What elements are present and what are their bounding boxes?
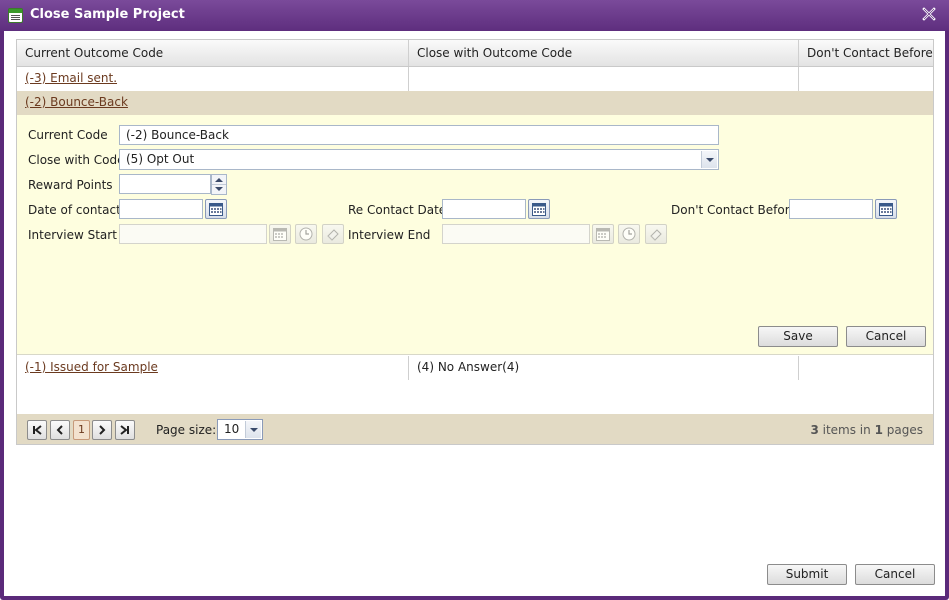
interview-end-input[interactable]: [442, 224, 590, 244]
save-button[interactable]: Save: [758, 326, 838, 347]
clear-icon[interactable]: [322, 224, 344, 244]
close-with-code-value: (5) Opt Out: [126, 152, 195, 166]
reward-points-label: Reward Points: [28, 178, 113, 192]
dialog-body: Current Outcome Code Close with Outcome …: [4, 31, 945, 596]
grid-header: Current Outcome Code Close with Outcome …: [17, 40, 933, 67]
reward-points-input[interactable]: [119, 174, 211, 194]
page-size-value: 10: [224, 422, 240, 436]
spin-up-icon[interactable]: [215, 178, 223, 182]
close-icon[interactable]: [921, 6, 937, 22]
edit-form: Current Code (-2) Bounce-Back Close with…: [17, 115, 933, 355]
next-page-icon[interactable]: [92, 420, 112, 440]
row-link-current-code[interactable]: (-3) Email sent.: [25, 71, 117, 85]
last-page-icon[interactable]: [115, 420, 135, 440]
prev-page-icon[interactable]: [50, 420, 70, 440]
dropdown-arrow-icon[interactable]: [245, 421, 261, 438]
clear-icon[interactable]: [645, 224, 667, 244]
re-contact-date-label: Re Contact Date: [348, 203, 447, 217]
window-title: Close Sample Project: [30, 7, 185, 22]
date-of-contact-input[interactable]: [119, 199, 203, 219]
dont-contact-before-label: Don't Contact Before: [671, 203, 797, 217]
dropdown-arrow-icon[interactable]: [701, 151, 717, 168]
reward-points-stepper[interactable]: [211, 174, 227, 195]
column-header-close-with[interactable]: Close with Outcome Code: [409, 40, 799, 66]
calendar-icon[interactable]: [528, 199, 550, 219]
pages-count: 1: [874, 423, 883, 437]
pages-text: pages: [886, 423, 923, 437]
clock-icon[interactable]: [618, 224, 640, 244]
interview-start-input[interactable]: [119, 224, 267, 244]
page-number-current[interactable]: 1: [73, 420, 90, 440]
spin-down-icon[interactable]: [215, 187, 223, 191]
items-count: 3: [810, 423, 819, 437]
date-of-contact-label: Date of contact: [28, 203, 121, 217]
interview-start-label: Interview Start: [28, 228, 117, 242]
table-row[interactable]: (-1) Issued for Sample (4) No Answer(4): [17, 356, 933, 380]
window-icon: [8, 8, 23, 23]
row-close-with: (4) No Answer(4): [417, 360, 520, 374]
row-link-current-code[interactable]: (-1) Issued for Sample: [25, 360, 158, 374]
table-row-selected[interactable]: (-2) Bounce-Back: [17, 91, 933, 115]
clock-icon[interactable]: [295, 224, 317, 244]
calendar-icon[interactable]: [875, 199, 897, 219]
re-contact-date-input[interactable]: [442, 199, 526, 219]
cancel-button[interactable]: Cancel: [855, 564, 935, 585]
column-header-current-outcome[interactable]: Current Outcome Code: [17, 40, 409, 66]
interview-end-label: Interview End: [348, 228, 431, 242]
page-size-select[interactable]: 10: [217, 419, 263, 440]
page-size-label: Page size:: [156, 423, 217, 437]
table-row[interactable]: (-3) Email sent.: [17, 67, 933, 91]
title-bar[interactable]: Close Sample Project: [0, 0, 949, 31]
items-text: items in: [822, 423, 871, 437]
calendar-icon[interactable]: [269, 224, 291, 244]
pager: 1 Page size: 10 3 items in 1 pages: [17, 414, 933, 444]
calendar-icon[interactable]: [205, 199, 227, 219]
cancel-edit-button[interactable]: Cancel: [846, 326, 926, 347]
row-link-current-code[interactable]: (-2) Bounce-Back: [25, 95, 128, 109]
column-header-dont-contact[interactable]: Don't Contact Before: [799, 40, 933, 66]
dont-contact-before-input[interactable]: [789, 199, 873, 219]
pager-info: 3 items in 1 pages: [810, 423, 923, 437]
first-page-icon[interactable]: [27, 420, 47, 440]
current-code-field[interactable]: (-2) Bounce-Back: [119, 125, 719, 145]
outcome-grid: Current Outcome Code Close with Outcome …: [16, 39, 934, 445]
submit-button[interactable]: Submit: [767, 564, 847, 585]
calendar-icon[interactable]: [592, 224, 614, 244]
current-code-label: Current Code: [28, 128, 108, 142]
close-with-code-select[interactable]: (5) Opt Out: [119, 149, 719, 170]
close-with-code-label: Close with Code: [28, 153, 125, 167]
dialog-window: Close Sample Project Current Outcome Cod…: [0, 0, 949, 600]
